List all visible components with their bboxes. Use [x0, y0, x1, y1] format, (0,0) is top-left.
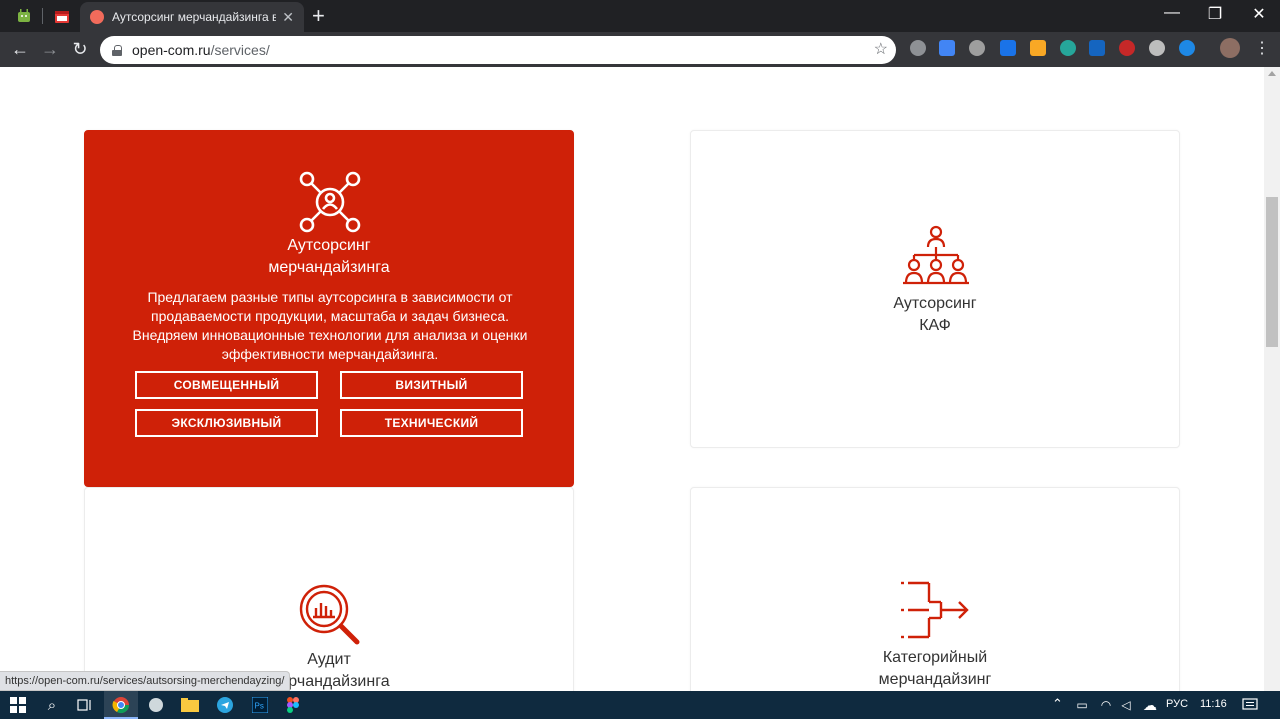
minimize-button[interactable]: — — [1162, 4, 1182, 22]
reload-button[interactable]: ↻ — [70, 39, 90, 59]
tab-close-icon[interactable]: ✕ — [282, 9, 294, 26]
clock-time[interactable]: 11:16 — [1200, 698, 1227, 710]
url-path: /services/ — [210, 42, 270, 58]
extension-new-icon[interactable] — [1089, 40, 1105, 56]
merge-arrow-icon — [901, 581, 969, 639]
magnifier-chart-icon — [299, 584, 360, 645]
task-view-icon[interactable] — [75, 695, 95, 715]
notifications-icon[interactable] — [1240, 695, 1260, 715]
tray-expand-icon[interactable]: ⌃ — [1052, 696, 1063, 712]
pinned-tab-calendar-icon[interactable] — [52, 6, 72, 26]
bookmark-star-icon[interactable]: ☆ — [874, 39, 888, 59]
tab-separator — [42, 8, 43, 24]
type-exclusive-button[interactable]: ЭКСКЛЮЗИВНЫЙ — [135, 409, 318, 437]
volume-icon[interactable]: ◁ — [1116, 695, 1136, 715]
extension-paw-icon[interactable] — [910, 40, 926, 56]
windows-start-icon[interactable] — [8, 695, 28, 715]
scroll-up-arrow-icon[interactable] — [1268, 71, 1276, 76]
type-combined-button[interactable]: СОВМЕЩЕННЫЙ — [135, 371, 318, 399]
wifi-icon[interactable]: ◠ — [1096, 695, 1116, 715]
type-technical-button[interactable]: ТЕХНИЧЕСКИЙ — [340, 409, 523, 437]
status-bar-link: https://open-com.ru/services/autsorsing-… — [0, 671, 291, 691]
extension-circle-icon[interactable] — [1149, 40, 1165, 56]
file-explorer-icon[interactable] — [180, 695, 200, 715]
svg-text:Ps: Ps — [255, 702, 264, 711]
org-structure-icon — [903, 225, 969, 285]
chrome-taskbar-icon[interactable] — [111, 695, 131, 715]
card-title-line2: мерчандайзинг — [878, 671, 992, 688]
lock-icon[interactable] — [112, 44, 122, 56]
tab-active[interactable]: Аутсорсинг мерчандайзинга в М ✕ — [80, 2, 304, 32]
card-title-line1: Аутсорсинг — [893, 295, 977, 312]
profile-avatar[interactable] — [1220, 38, 1240, 58]
extension-blue-c-icon[interactable] — [1179, 40, 1195, 56]
card-description: Предлагаем разные типы аутсорсинга в зав… — [132, 289, 528, 362]
card-audit-merchandising[interactable]: Аудит мерчандайзинга — [84, 487, 574, 691]
card-title-line1: Категорийный — [882, 649, 988, 666]
scrollbar-thumb[interactable] — [1266, 197, 1278, 347]
url-host: open-com.ru — [132, 42, 211, 58]
forward-button[interactable]: → — [40, 39, 60, 59]
keyboard-language[interactable]: РУС — [1166, 698, 1188, 710]
card-title-line1: Аудит — [307, 651, 351, 668]
telegram-icon[interactable] — [215, 695, 235, 715]
restore-button[interactable]: ❐ — [1205, 4, 1225, 24]
chrome-menu-icon[interactable]: ⋮ — [1252, 39, 1272, 59]
close-window-button[interactable]: ✕ — [1249, 4, 1269, 24]
card-outsourcing-merchandising[interactable]: Аутсорсинг мерчандайзинга Предлагаем раз… — [84, 130, 574, 487]
extension-pen-icon[interactable] — [1000, 40, 1016, 56]
extension-notes-icon[interactable] — [1030, 40, 1046, 56]
new-tab-button[interactable]: + — [312, 4, 325, 28]
browser-tab-strip: Аутсорсинг мерчандайзинга в М ✕ + — ❐ ✕ — [0, 0, 1280, 32]
tab-title: Аутсорсинг мерчандайзинга в М — [112, 10, 277, 24]
type-visit-button[interactable]: ВИЗИТНЫЙ — [340, 371, 523, 399]
pinned-tab-android-icon[interactable] — [14, 6, 34, 26]
extension-cloud-icon[interactable] — [969, 40, 985, 56]
card-outsourcing-kaf[interactable]: Аутсорсинг КАФ — [690, 130, 1180, 448]
extension-adblock-icon[interactable] — [1119, 40, 1135, 56]
network-people-icon — [299, 171, 361, 233]
back-button[interactable]: ← — [10, 39, 30, 59]
extension-translate-icon[interactable] — [939, 40, 955, 56]
page-content: Аутсорсинг мерчандайзинга Предлагаем раз… — [0, 67, 1264, 691]
card-category-merchandising[interactable]: Категорийный мерчандайзинг — [690, 487, 1180, 691]
browser-toolbar: ← → ↻ open-com.ru/services/ ☆ ⋮ — [0, 32, 1280, 67]
search-icon[interactable]: ⌕ — [42, 695, 62, 715]
card-title-line2: мерчандайзинга — [268, 259, 390, 276]
tray-network-icon[interactable]: ▭ — [1072, 695, 1092, 715]
figma-icon[interactable] — [283, 695, 303, 715]
photoshop-icon[interactable]: Ps — [250, 695, 270, 715]
url-text: open-com.ru/services/ — [132, 42, 270, 58]
address-bar[interactable]: open-com.ru/services/ ☆ — [100, 36, 896, 64]
card-title-line2: КАФ — [919, 317, 951, 334]
card-title-line1: Аутсорсинг — [287, 237, 371, 254]
cloud-sync-icon[interactable]: ☁ — [1140, 695, 1160, 715]
site-favicon-icon — [90, 10, 104, 24]
extension-bird-icon[interactable] — [1060, 40, 1076, 56]
windows-taskbar: ⌕ Ps ⌃ ▭ ◠ ◁ ☁ РУС 11:16 — [0, 691, 1280, 719]
app-kitten-icon[interactable] — [146, 695, 166, 715]
page-scrollbar[interactable] — [1264, 67, 1280, 691]
